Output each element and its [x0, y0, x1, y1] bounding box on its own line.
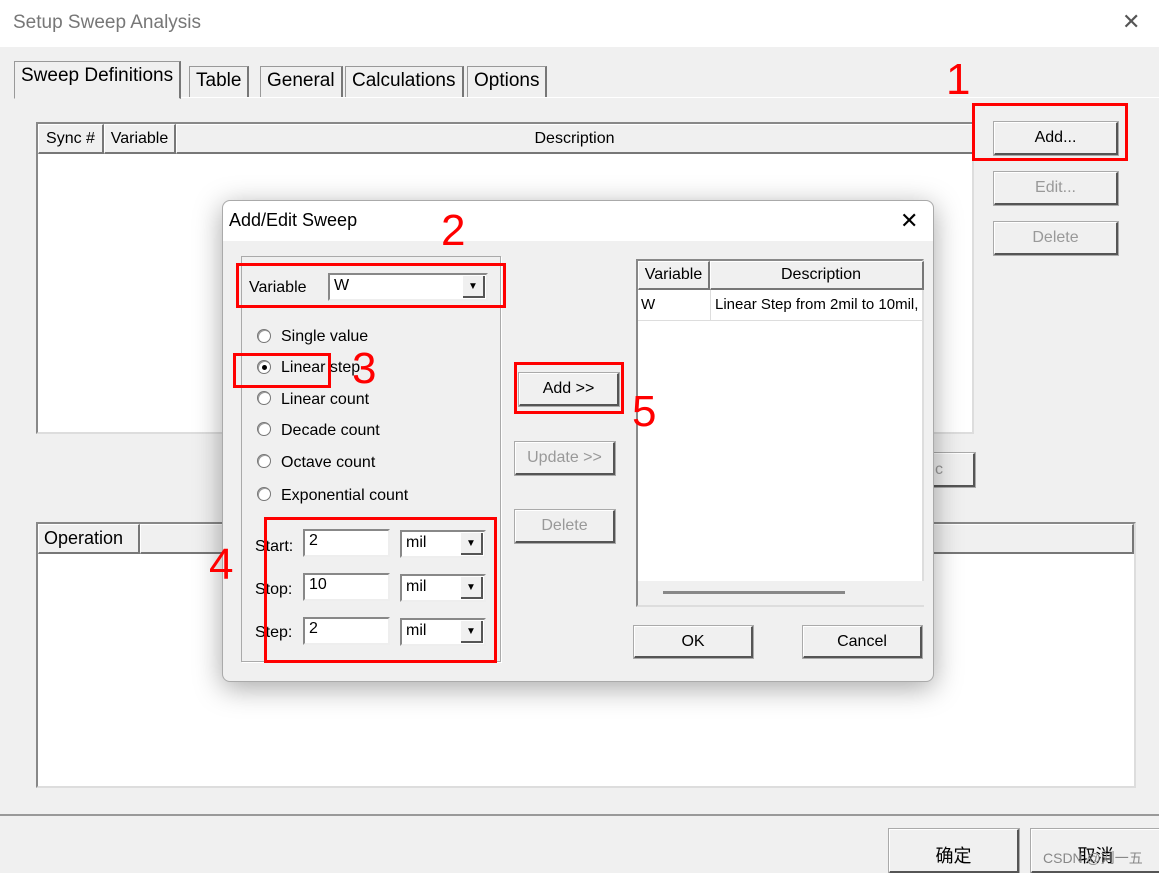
label-exponential-count[interactable]: Exponential count [281, 487, 408, 505]
row-description: Linear Step from 2mil to 10mil, [710, 290, 918, 320]
add-sweep-button[interactable]: Add >> [518, 372, 620, 407]
step-input[interactable]: 2 [303, 617, 390, 645]
column-description[interactable]: Description [176, 124, 974, 154]
dialog-ok-button[interactable]: OK [633, 625, 754, 659]
horizontal-scrollbar[interactable] [638, 581, 924, 605]
chevron-down-icon[interactable]: ▼ [461, 577, 483, 599]
label-decade-count[interactable]: Decade count [281, 422, 380, 440]
radio-decade-count[interactable] [257, 422, 271, 436]
stop-input[interactable]: 10 [303, 573, 390, 601]
table-row[interactable]: W Linear Step from 2mil to 10mil, [638, 290, 924, 321]
ok-button[interactable]: 确定 [888, 828, 1020, 873]
column-variable[interactable]: Variable [104, 124, 176, 154]
tab-general[interactable]: General [260, 66, 343, 98]
watermark: CSDN @刘一五 [1043, 850, 1143, 866]
stop-unit-select[interactable]: mil ▼ [400, 574, 486, 602]
column-variable[interactable]: Variable [638, 261, 710, 290]
dialog-title: Add/Edit Sweep [229, 210, 358, 230]
row-variable: W [641, 296, 656, 313]
dialog-cancel-button[interactable]: Cancel [802, 625, 923, 659]
label-linear-step[interactable]: Linear step [281, 359, 360, 377]
start-unit: mil [406, 534, 427, 551]
stop-label: Stop: [255, 581, 293, 598]
variable-value: W [334, 277, 350, 294]
window-title: Setup Sweep Analysis [13, 12, 202, 33]
delete-button[interactable]: Delete [993, 221, 1119, 256]
close-icon[interactable]: ✕ [900, 208, 918, 234]
annotation-number-5: 5 [632, 387, 657, 436]
title-bar: Setup Sweep Analysis ✕ [0, 0, 1159, 47]
annotation-number-2: 2 [441, 206, 466, 255]
annotation-number-3: 3 [352, 344, 377, 393]
radio-linear-count[interactable] [257, 391, 271, 405]
step-unit-select[interactable]: mil ▼ [400, 618, 486, 646]
radio-single-value[interactable] [257, 329, 271, 343]
step-unit: mil [406, 622, 427, 639]
chevron-down-icon[interactable]: ▼ [463, 276, 485, 298]
annotation-number-4: 4 [209, 540, 234, 589]
add-edit-sweep-dialog: Add/Edit Sweep ✕ Variable W ▼ Single val… [222, 200, 934, 682]
scrollbar-thumb[interactable] [663, 591, 845, 594]
tab-sweep-definitions[interactable]: Sweep Definitions [14, 61, 182, 99]
sweep-list-table[interactable]: Variable Description W Linear Step from … [636, 259, 924, 607]
variable-label: Variable [249, 279, 307, 296]
chevron-down-icon[interactable]: ▼ [461, 621, 483, 643]
column-operation[interactable]: Operation [38, 524, 140, 554]
annotation-number-1: 1 [946, 55, 971, 104]
delete-sweep-button[interactable]: Delete [514, 509, 616, 544]
update-button[interactable]: Update >> [514, 441, 616, 476]
radio-exponential-count[interactable] [257, 487, 271, 501]
column-description[interactable]: Description [710, 261, 924, 290]
tab-options[interactable]: Options [467, 66, 548, 98]
start-unit-select[interactable]: mil ▼ [400, 530, 486, 558]
dialog-title-bar: Add/Edit Sweep ✕ [223, 201, 933, 241]
start-label: Start: [255, 538, 294, 555]
close-icon[interactable]: ✕ [1122, 9, 1140, 35]
step-label: Step: [255, 624, 293, 641]
variable-select[interactable]: W ▼ [328, 273, 488, 301]
radio-octave-count[interactable] [257, 454, 271, 468]
stop-unit: mil [406, 578, 427, 595]
add-button[interactable]: Add... [993, 121, 1119, 156]
tab-calculations[interactable]: Calculations [345, 66, 464, 98]
radio-linear-step[interactable] [257, 360, 271, 374]
edit-button[interactable]: Edit... [993, 171, 1119, 206]
label-octave-count[interactable]: Octave count [281, 454, 375, 472]
start-input[interactable]: 2 [303, 529, 390, 557]
chevron-down-icon[interactable]: ▼ [461, 533, 483, 555]
tab-table[interactable]: Table [189, 66, 250, 98]
column-sync[interactable]: Sync # [38, 124, 104, 154]
